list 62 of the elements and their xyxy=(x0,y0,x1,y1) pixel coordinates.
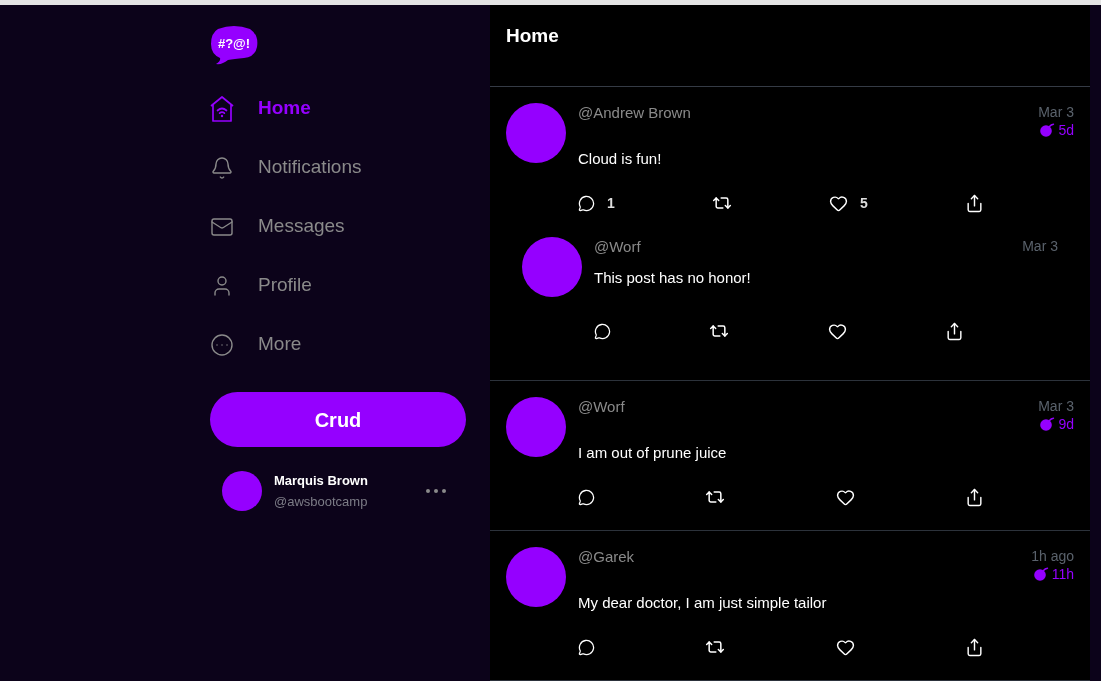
crud-button[interactable]: Crud xyxy=(210,392,466,447)
avatar xyxy=(506,397,566,457)
logo[interactable]: #?@! xyxy=(210,25,258,65)
user-handle[interactable]: @Garek xyxy=(578,547,635,567)
nav-item[interactable]: Profile xyxy=(210,271,312,300)
nav-item[interactable]: More xyxy=(210,330,302,359)
post-date: Mar 3 xyxy=(1022,237,1058,255)
nav-item[interactable]: Home xyxy=(210,94,311,123)
expiry-time: 11h xyxy=(1051,565,1074,583)
post-message: I am out of prune juice xyxy=(578,444,728,462)
expiry-time: 9d xyxy=(1058,415,1074,433)
reply-button[interactable]: 1 xyxy=(578,192,615,214)
post-date: Mar 3 xyxy=(1038,103,1074,121)
avatar xyxy=(506,547,566,607)
heart-icon xyxy=(829,193,849,213)
avatar xyxy=(222,471,262,511)
bell-icon xyxy=(210,155,234,180)
speech-bubble-icon xyxy=(578,488,595,506)
user-handle[interactable]: @Andrew Brown xyxy=(578,103,691,123)
bomb-icon xyxy=(1040,417,1056,431)
ellipsis-button[interactable] xyxy=(426,489,446,493)
post-message: Cloud is fun! xyxy=(578,150,663,168)
profile-name: Marquis Brown xyxy=(274,471,369,490)
share-button[interactable] xyxy=(965,637,984,657)
user-handle[interactable]: @Worf xyxy=(594,237,641,257)
reply-button[interactable] xyxy=(594,322,611,340)
post-message: This post has no honor! xyxy=(594,269,752,287)
share-button[interactable] xyxy=(965,487,984,507)
page-title: Home xyxy=(506,24,560,48)
heart-icon xyxy=(835,637,855,657)
profile-handle: @awsbootcamp xyxy=(274,492,369,511)
user-handle[interactable]: @Worf xyxy=(578,397,625,417)
avatar xyxy=(522,237,582,297)
share-icon xyxy=(964,193,984,213)
ellipsis-icon xyxy=(426,489,446,493)
reply-button[interactable] xyxy=(578,638,595,656)
bomb-icon xyxy=(1033,567,1049,581)
share-icon xyxy=(945,321,964,341)
bomb-icon xyxy=(1040,123,1056,137)
more-icon xyxy=(210,332,234,357)
post-date: Mar 3 xyxy=(1038,397,1074,415)
nav-item[interactable]: Notifications xyxy=(210,153,362,182)
like-button[interactable] xyxy=(835,637,855,657)
like-button[interactable] xyxy=(827,321,847,341)
heart-icon xyxy=(835,487,855,507)
heart-icon xyxy=(827,321,847,341)
avatar xyxy=(506,103,566,163)
post-message: My dear doctor, I am just simple tailor xyxy=(578,594,828,612)
speech-bubble-icon xyxy=(578,638,595,656)
speech-bubble-icon xyxy=(578,194,595,212)
share-button[interactable] xyxy=(964,193,984,213)
home-wifi-icon xyxy=(210,95,234,122)
share-button[interactable] xyxy=(945,321,964,341)
nav-item[interactable]: Messages xyxy=(210,212,345,241)
share-icon xyxy=(965,637,984,657)
share-icon xyxy=(965,487,984,507)
speech-bubble-icon xyxy=(594,322,611,340)
expiry-time: 5d xyxy=(1058,121,1074,139)
post-date: 1h ago xyxy=(1031,547,1074,565)
reply-button[interactable] xyxy=(578,488,595,506)
like-button[interactable]: 5 xyxy=(829,192,868,214)
like-button[interactable] xyxy=(835,487,855,507)
